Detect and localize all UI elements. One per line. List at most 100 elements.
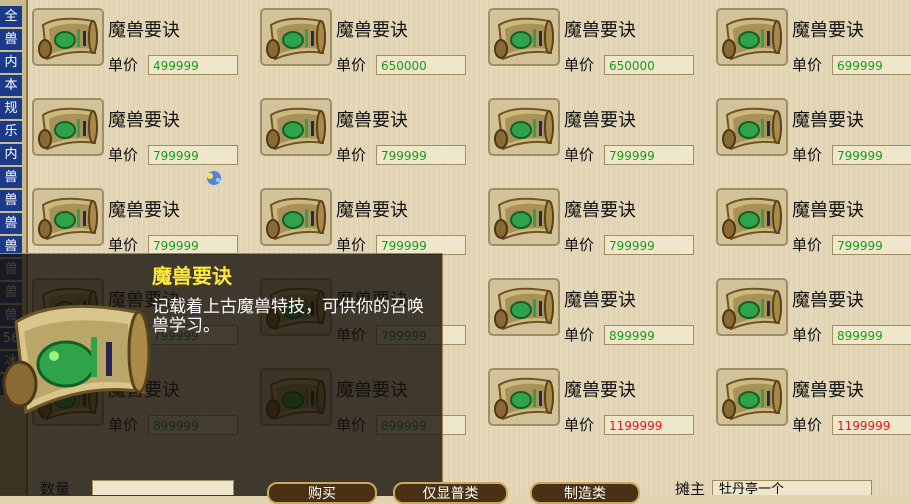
price-field: 799999 (604, 145, 694, 165)
price-field: 799999 (148, 235, 238, 255)
item-slot[interactable]: 魔兽要诀单价 650000 (484, 0, 712, 88)
item-slot[interactable]: 魔兽要诀单价 499999 (28, 0, 256, 88)
scroll-icon[interactable] (260, 8, 332, 66)
price-label: 单价 (564, 56, 595, 74)
item-slot[interactable]: 魔兽要诀单价 650000 (256, 0, 484, 88)
scroll-icon[interactable] (260, 188, 332, 246)
sidebar-tab[interactable]: 兽 (0, 167, 22, 189)
buy-button[interactable]: 购买 (267, 482, 377, 504)
price-label: 单价 (336, 146, 367, 164)
sidebar-tab[interactable]: 规 (0, 98, 22, 120)
quantity-label: 数量 (40, 480, 71, 495)
price-label: 单价 (336, 236, 367, 254)
price-label: 单价 (564, 416, 595, 434)
show-normal-button[interactable]: 仅显普类 (393, 482, 508, 504)
price-label: 单价 (336, 56, 367, 74)
item-slot[interactable]: 魔兽要诀单价 799999 (712, 180, 911, 268)
price-field: 799999 (832, 145, 911, 165)
item-slot[interactable]: 魔兽要诀单价 799999 (484, 90, 712, 178)
scroll-icon[interactable] (488, 8, 560, 66)
item-name: 魔兽要诀 (564, 200, 636, 221)
scroll-icon[interactable] (488, 98, 560, 156)
item-name: 魔兽要诀 (792, 20, 864, 41)
item-tooltip: 魔兽要诀 记载着上古魔兽特技，可供你的召唤兽学习。 (0, 253, 443, 496)
price-field: 499999 (148, 55, 238, 75)
item-name: 魔兽要诀 (336, 200, 408, 221)
quantity-input[interactable] (92, 480, 234, 495)
item-slot[interactable]: 魔兽要诀单价 799999 (28, 90, 256, 178)
item-slot[interactable]: 魔兽要诀单价 1199999 (484, 360, 712, 448)
scroll-icon[interactable] (716, 368, 788, 426)
sidebar-tab[interactable]: 兽 (0, 29, 22, 51)
item-name: 魔兽要诀 (792, 380, 864, 401)
item-slot[interactable]: 魔兽要诀单价 1199999 (712, 360, 911, 448)
tooltip-title: 魔兽要诀 (152, 264, 232, 288)
scroll-icon[interactable] (716, 188, 788, 246)
owner-label: 摊主 (675, 480, 706, 495)
scroll-icon[interactable] (488, 188, 560, 246)
buy-button-label: 购买 (308, 486, 336, 502)
scroll-icon[interactable] (32, 8, 104, 66)
craft-type-label: 制造类 (564, 486, 606, 502)
scroll-icon[interactable] (716, 98, 788, 156)
owner-name: 牡丹亭一个 (719, 482, 785, 495)
sidebar-tab[interactable]: 全 (0, 6, 22, 28)
show-normal-label: 仅显普类 (422, 486, 479, 502)
item-slot[interactable]: 魔兽要诀单价 799999 (712, 90, 911, 178)
price-label: 单价 (564, 236, 595, 254)
scroll-large-icon (2, 304, 151, 415)
price-label: 单价 (792, 146, 823, 164)
item-slot[interactable]: 魔兽要诀单价 799999 (256, 90, 484, 178)
price-label: 单价 (792, 236, 823, 254)
item-name: 魔兽要诀 (792, 200, 864, 221)
price-label: 单价 (108, 146, 139, 164)
item-name: 魔兽要诀 (792, 290, 864, 311)
price-field: 650000 (604, 55, 694, 75)
scroll-icon[interactable] (716, 278, 788, 336)
item-name: 魔兽要诀 (564, 20, 636, 41)
tooltip-description: 记载着上古魔兽特技，可供你的召唤兽学习。 (152, 297, 424, 336)
item-name: 魔兽要诀 (336, 20, 408, 41)
scroll-icon[interactable] (32, 98, 104, 156)
scroll-icon[interactable] (488, 368, 560, 426)
sidebar-tab[interactable]: 乐 (0, 121, 22, 143)
price-label: 单价 (564, 326, 595, 344)
item-name: 魔兽要诀 (108, 200, 180, 221)
item-slot[interactable]: 魔兽要诀单价 799999 (484, 180, 712, 268)
sparkle-effect (207, 171, 221, 185)
price-field: 799999 (148, 145, 238, 165)
price-field: 799999 (832, 235, 911, 255)
price-label: 单价 (564, 146, 595, 164)
price-field: 899999 (832, 325, 911, 345)
price-field: 799999 (376, 235, 466, 255)
item-slot[interactable]: 魔兽要诀 单价 699999 (712, 0, 911, 88)
item-name: 魔兽要诀 (564, 290, 636, 311)
price-label: 单价 (108, 56, 139, 74)
scroll-icon[interactable] (716, 8, 788, 66)
price-field: 650000 (376, 55, 466, 75)
price-label: 单价 (792, 416, 823, 434)
item-slot[interactable]: 魔兽要诀单价 899999 (712, 270, 911, 358)
item-name: 魔兽要诀 (108, 20, 180, 41)
item-name: 魔兽要诀 (108, 110, 180, 131)
sidebar-tab[interactable]: 内 (0, 52, 22, 74)
sidebar-tab[interactable]: 兽 (0, 190, 22, 212)
price-label: 单价 (108, 236, 139, 254)
price-field: 799999 (376, 145, 466, 165)
price-field: 1199999 (604, 415, 694, 435)
item-slot[interactable]: 魔兽要诀单价 899999 (484, 270, 712, 358)
sidebar-tab[interactable]: 内 (0, 144, 22, 166)
price-field: 699999 (832, 55, 911, 75)
price-field: 1199999 (832, 415, 911, 435)
sidebar-tab[interactable]: 本 (0, 75, 22, 97)
price-label: 单价 (792, 326, 823, 344)
craft-type-button[interactable]: 制造类 (530, 482, 640, 504)
scroll-icon[interactable] (260, 98, 332, 156)
scroll-icon[interactable] (32, 188, 104, 246)
item-name: 魔兽要诀 (564, 380, 636, 401)
sidebar-tab[interactable]: 兽 (0, 213, 22, 235)
scroll-icon[interactable] (488, 278, 560, 336)
item-name: 魔兽要诀 (336, 110, 408, 131)
item-name: 魔兽要诀 (564, 110, 636, 131)
owner-name-field: 牡丹亭一个 (712, 480, 872, 495)
